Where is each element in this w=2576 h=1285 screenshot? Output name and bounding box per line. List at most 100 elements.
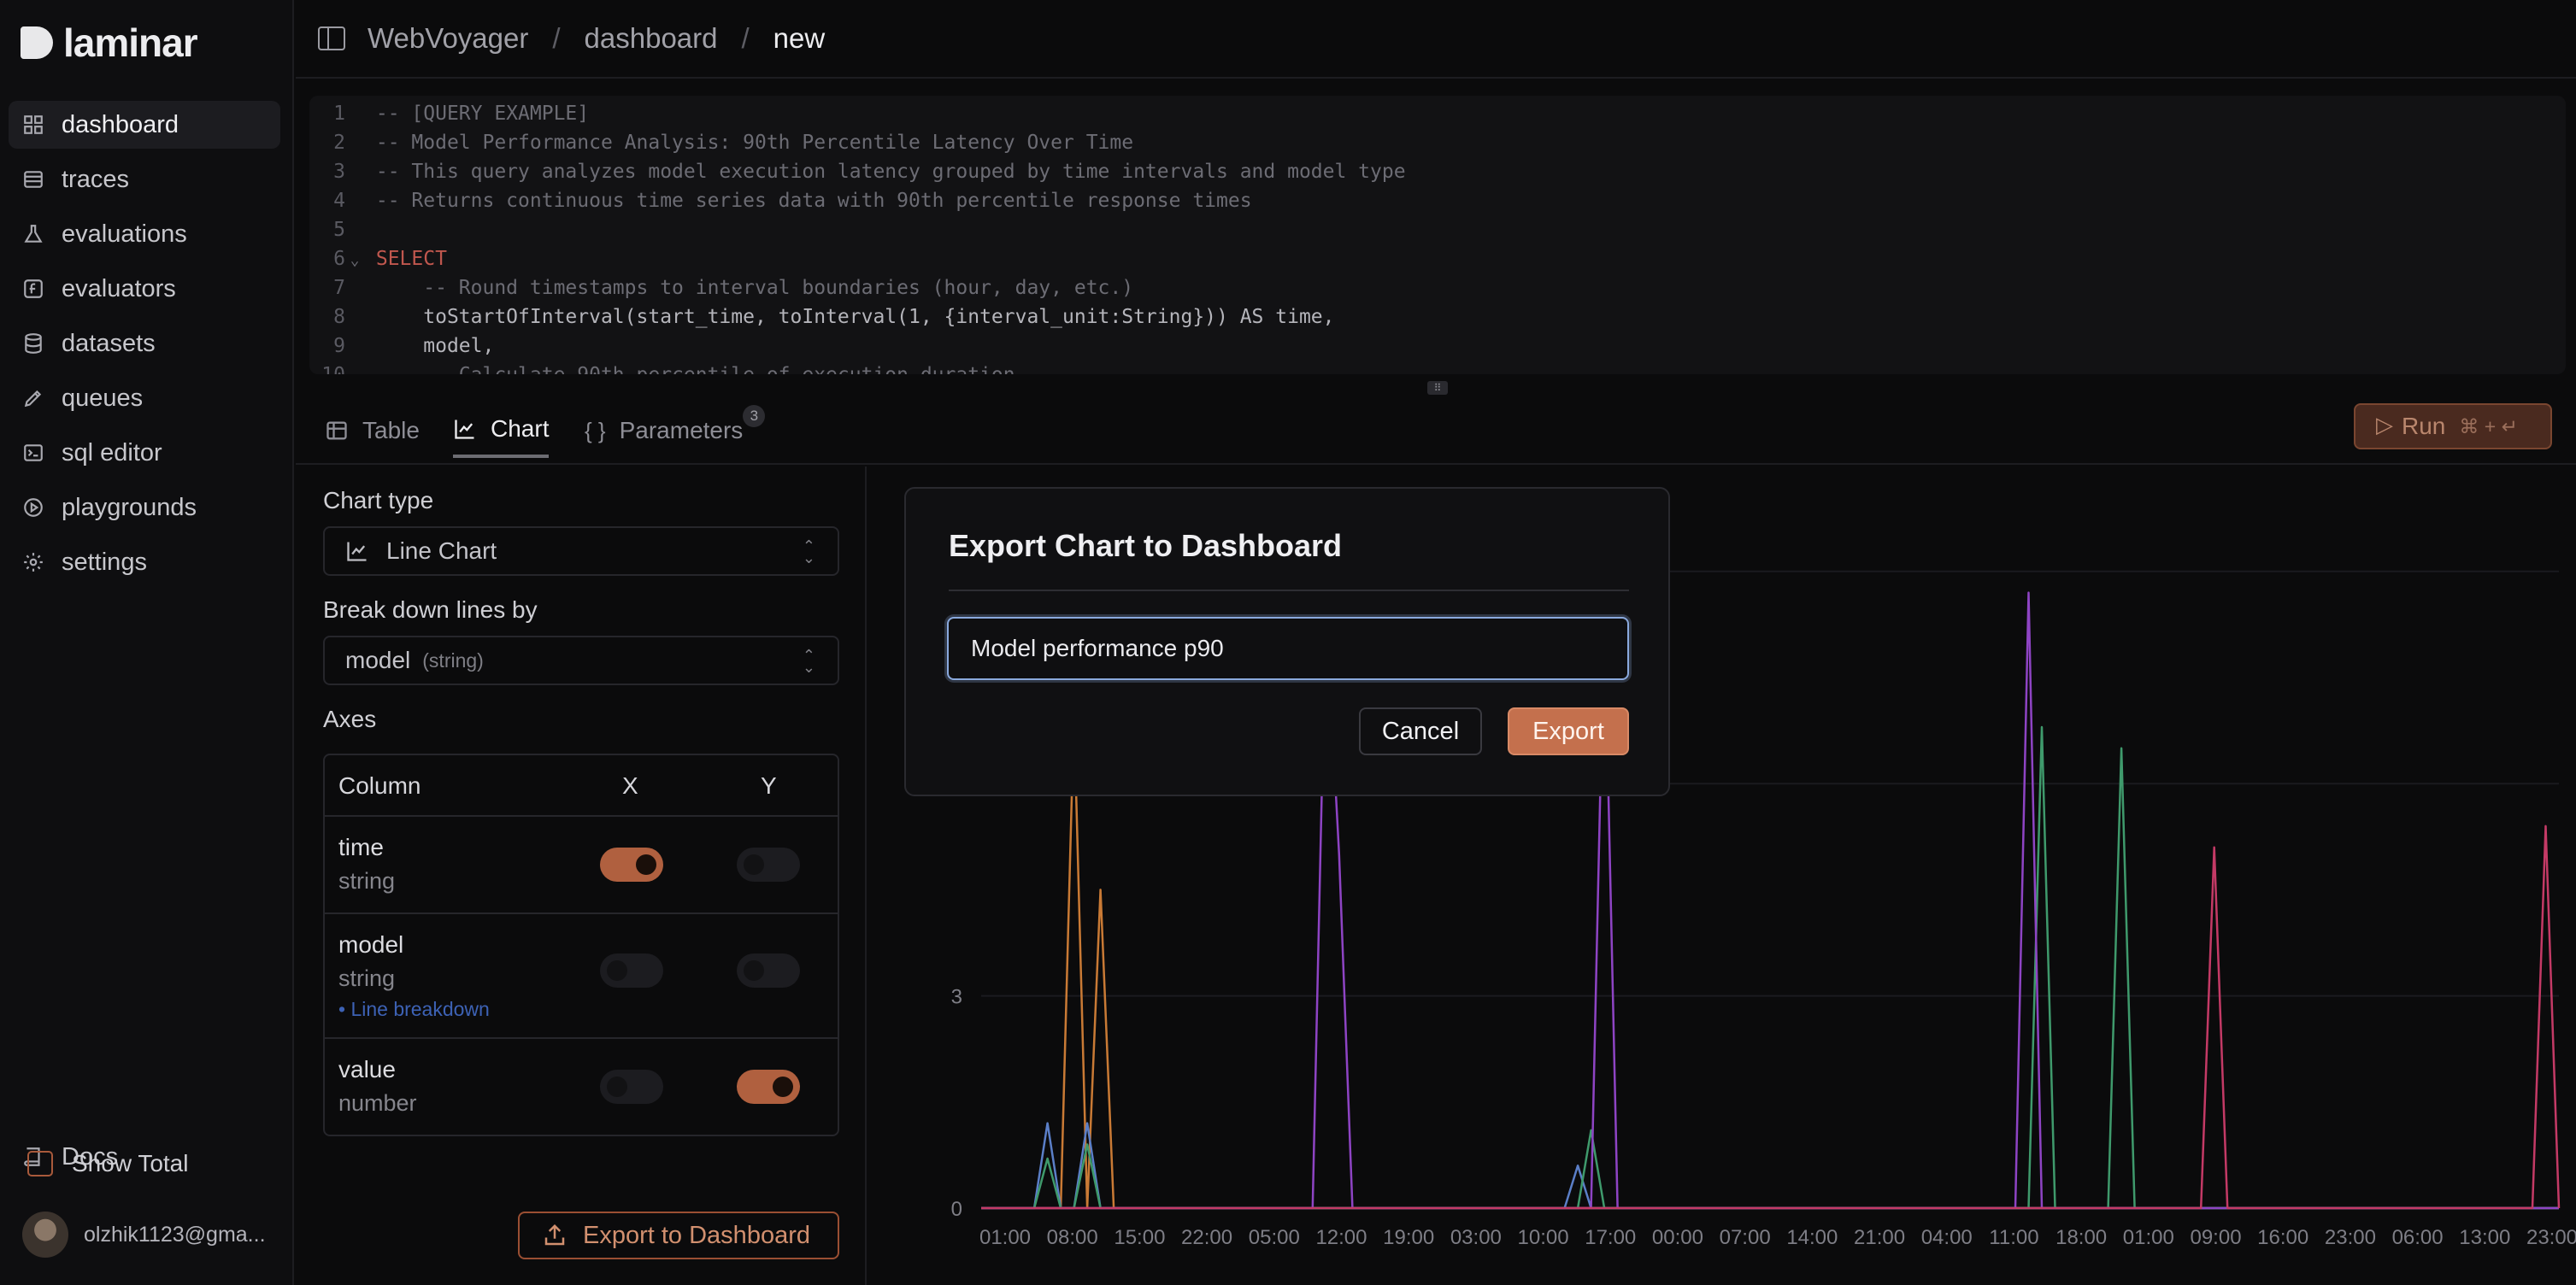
x-tick-label: 09:00: [2190, 1226, 2241, 1249]
x-tick-label: 17:00: [1585, 1226, 1636, 1249]
user-email: olzhik1123@gma...: [84, 1222, 266, 1247]
table-row: time string: [325, 817, 838, 914]
sidebar-item-evaluators[interactable]: evaluators: [9, 265, 280, 313]
x-tick-label: 01:00: [2123, 1226, 2174, 1249]
play-circle-icon: [22, 496, 44, 519]
grid-icon: [22, 114, 44, 136]
sidebar-item-settings[interactable]: settings: [9, 538, 280, 586]
export-button[interactable]: Export: [1508, 707, 1629, 755]
x-axis-toggle[interactable]: [600, 848, 663, 882]
x-axis-toggle[interactable]: [600, 953, 663, 988]
laminar-logo[interactable]: laminar: [21, 19, 198, 67]
y-axis-toggle[interactable]: [737, 848, 800, 882]
breadcrumb-current: new: [773, 22, 826, 54]
line-breakdown-note: • Line breakdown: [338, 998, 490, 1020]
sidebar-item-label: traces: [62, 165, 129, 193]
breakdown-label: Break down lines by: [323, 596, 538, 623]
sidebar-item-label: evaluations: [62, 220, 187, 248]
play-icon: [2376, 412, 2393, 438]
tab-chart[interactable]: Chart: [453, 403, 550, 458]
table-icon: [326, 421, 347, 440]
series-line: [981, 824, 2561, 1210]
line-chart-icon: [347, 542, 367, 561]
user-menu[interactable]: olzhik1123@gma...: [22, 1212, 266, 1258]
dialog-title: Export Chart to Dashboard: [949, 528, 1343, 563]
axes-label: Axes: [323, 706, 377, 732]
editor-line: 4 -- Returns continuous time series data…: [333, 190, 1252, 212]
x-tick-label: 13:00: [2459, 1226, 2510, 1249]
pen-icon: [22, 387, 44, 409]
sidebar-item-label: sql editor: [62, 438, 162, 466]
breakdown-type: (string): [422, 648, 484, 672]
export-to-dashboard-button[interactable]: Export to Dashboard: [518, 1212, 839, 1259]
show-total-checkbox[interactable]: Show Total: [27, 1150, 188, 1177]
y-tick-label: 0: [951, 1198, 962, 1221]
flask-icon: [22, 223, 44, 245]
result-tabs: Table Chart { } Parameters 3: [296, 388, 2576, 465]
database-icon: [22, 332, 44, 355]
y-tick-label: 3: [951, 986, 962, 1009]
breakdown-select[interactable]: model (string) ⌃ ⌄: [323, 636, 839, 685]
y-axis-toggle[interactable]: [737, 953, 800, 988]
axes-table-header: Column X Y: [325, 755, 838, 817]
sidebar-item-label: playgrounds: [62, 493, 197, 521]
x-tick-label: 11:00: [1989, 1226, 2038, 1249]
sidebar-item-traces[interactable]: traces: [9, 155, 280, 203]
editor-line: 10 -- Calculate 90th percentile of execu…: [309, 361, 1015, 374]
breadcrumb-separator: /: [552, 22, 561, 54]
editor-line: 3 -- This query analyzes model execution…: [333, 161, 1406, 183]
chart-name-input[interactable]: [947, 617, 1629, 680]
sidebar-item-label: datasets: [62, 329, 156, 357]
tab-label: Table: [362, 417, 420, 443]
chevron-updown-icon: ⌃ ⌄: [802, 647, 815, 676]
x-axis-toggle[interactable]: [600, 1070, 663, 1104]
x-tick-label: 03:00: [1450, 1226, 1502, 1249]
x-tick-label: 07:00: [1720, 1226, 1771, 1249]
x-tick-label: 08:00: [1047, 1226, 1098, 1249]
breadcrumb-project[interactable]: WebVoyager: [368, 22, 528, 55]
sidebar-item-datasets[interactable]: datasets: [9, 320, 280, 367]
sidebar-item-label: queues: [62, 384, 144, 412]
column-type: string: [338, 868, 396, 894]
column-type: number: [338, 1090, 417, 1116]
sidebar-item-playgrounds[interactable]: playgrounds: [9, 484, 280, 531]
y-header: Y: [761, 772, 777, 799]
axes-table: Column X Y time string model string • Li…: [323, 754, 839, 1136]
tab-label: Parameters: [619, 417, 744, 443]
export-chart-dialog: Export Chart to Dashboard Cancel Export: [904, 487, 1670, 796]
breakdown-value: model: [345, 647, 411, 673]
checkbox[interactable]: [27, 1151, 53, 1176]
chart-config-panel: Chart type Line Chart ⌃ ⌄ Break down line…: [296, 466, 867, 1285]
sidebar-item-label: evaluators: [62, 274, 176, 302]
list-icon: [22, 168, 44, 191]
sidebar-item-queues[interactable]: queues: [9, 374, 280, 422]
sidebar-toggle-icon[interactable]: [318, 26, 345, 50]
export-to-dashboard-label: Export to Dashboard: [583, 1221, 810, 1249]
x-header: X: [622, 772, 638, 799]
sidebar-item-evaluations[interactable]: evaluations: [9, 210, 280, 258]
cancel-button[interactable]: Cancel: [1359, 707, 1482, 755]
sidebar-item-label: settings: [62, 548, 147, 576]
x-tick-label: 05:00: [1249, 1226, 1300, 1249]
x-tick-label: 12:00: [1315, 1226, 1367, 1249]
y-axis-toggle[interactable]: [737, 1070, 800, 1104]
x-tick-label: 10:00: [1518, 1226, 1569, 1249]
sql-editor[interactable]: 1 -- [QUERY EXAMPLE] 2 -- Model Performa…: [309, 96, 2566, 374]
sidebar: laminar dashboard traces evaluations eva…: [0, 0, 294, 1285]
series-line: [981, 1122, 2559, 1210]
run-button[interactable]: Run ⌘ + ↵: [2354, 403, 2552, 449]
braces-icon: { }: [585, 417, 606, 443]
sidebar-item-dashboard[interactable]: dashboard: [9, 101, 280, 149]
series-line: [981, 725, 2559, 1210]
editor-line: 8 toStartOfInterval(start_time, toInterv…: [333, 306, 1335, 328]
chart-icon: [455, 420, 474, 439]
chart-type-select[interactable]: Line Chart ⌃ ⌄: [323, 526, 839, 576]
breadcrumb-dashboard[interactable]: dashboard: [585, 22, 718, 55]
x-tick-label: 23:00: [2526, 1226, 2576, 1249]
editor-line: 6 ⌄ SELECT: [309, 244, 447, 273]
x-tick-label: 16:00: [2257, 1226, 2308, 1249]
tab-parameters[interactable]: { } Parameters 3: [585, 403, 766, 458]
sidebar-item-sql-editor[interactable]: sql editor: [9, 429, 280, 477]
header: WebVoyager / dashboard / new: [296, 0, 2576, 79]
tab-table[interactable]: Table: [325, 403, 420, 458]
